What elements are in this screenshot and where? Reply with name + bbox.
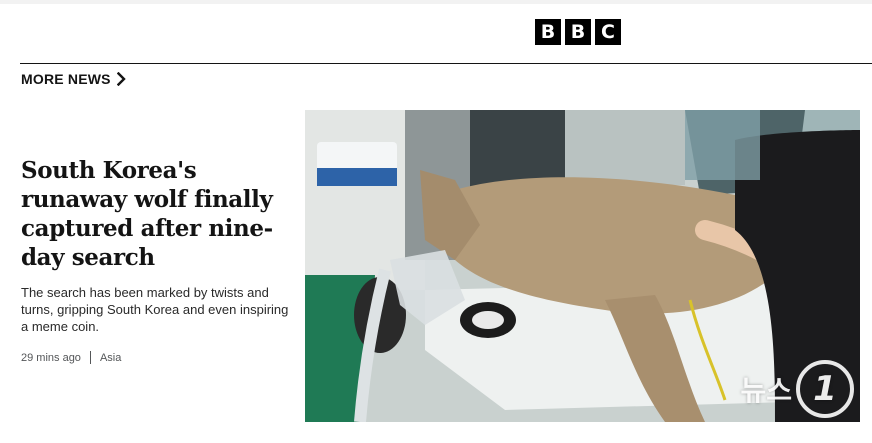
article-summary: The search has been marked by twists and… — [21, 285, 289, 334]
site-header: B B C — [0, 4, 872, 63]
watermark-logo-icon: 1 — [796, 360, 854, 418]
article-headline[interactable]: South Korea's runaway wolf finally captu… — [21, 156, 291, 272]
chevron-right-icon — [116, 72, 126, 86]
article-timestamp: 29 mins ago — [21, 351, 81, 364]
logo-letter-b2: B — [565, 19, 591, 45]
logo-letter-c: C — [595, 19, 621, 45]
image-watermark: 뉴스 1 — [740, 360, 854, 418]
article-category-link[interactable]: Asia — [100, 352, 121, 364]
section-title: MORE NEWS — [21, 71, 111, 87]
section-divider — [20, 63, 872, 64]
article-image[interactable]: 뉴스 1 — [305, 110, 860, 422]
more-news-link[interactable]: MORE NEWS — [21, 71, 126, 87]
watermark-text: 뉴스 — [740, 374, 792, 407]
meta-separator — [89, 351, 91, 364]
logo-letter-b1: B — [535, 19, 561, 45]
bbc-logo[interactable]: B B C — [535, 19, 621, 45]
article-meta: 29 mins ago Asia — [21, 351, 121, 364]
